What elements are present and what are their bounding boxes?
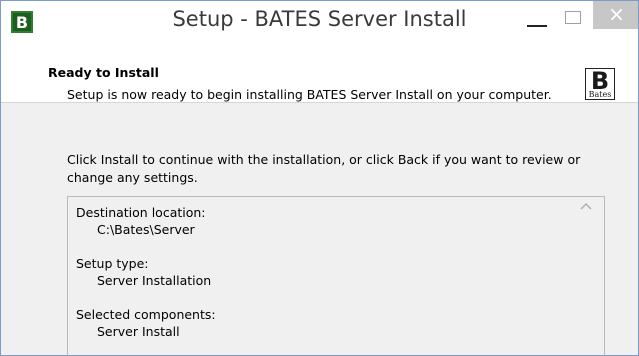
memo-label-destination: Destination location: <box>76 205 206 220</box>
logo-text: Bates <box>588 90 612 99</box>
setup-window: B Setup - BATES Server Install × Ready t… <box>0 0 639 356</box>
instructions-text: Click Install to continue with the insta… <box>67 152 581 185</box>
memo-value-setup-type: Server Installation <box>97 273 212 288</box>
bates-logo: B Bates <box>585 67 615 100</box>
close-icon: × <box>608 2 625 26</box>
page-subtitle: Setup is now ready to begin installing B… <box>67 87 552 102</box>
ready-memo[interactable]: Destination location: C:\Bates\Server Se… <box>67 196 605 355</box>
memo-value-components: Server Install <box>97 324 180 339</box>
chevron-up-icon <box>580 202 592 210</box>
memo-label-setup-type: Setup type: <box>76 256 149 271</box>
memo-value-destination: C:\Bates\Server <box>97 222 195 237</box>
maximize-button[interactable] <box>556 5 592 37</box>
minimize-button[interactable] <box>519 5 555 37</box>
memo-label-components: Selected components: <box>76 307 216 322</box>
scroll-up-arrow[interactable] <box>580 201 592 211</box>
title-bar[interactable]: B Setup - BATES Server Install × <box>1 1 638 41</box>
close-button[interactable]: × <box>593 1 638 29</box>
page-title: Ready to Install <box>48 65 159 80</box>
